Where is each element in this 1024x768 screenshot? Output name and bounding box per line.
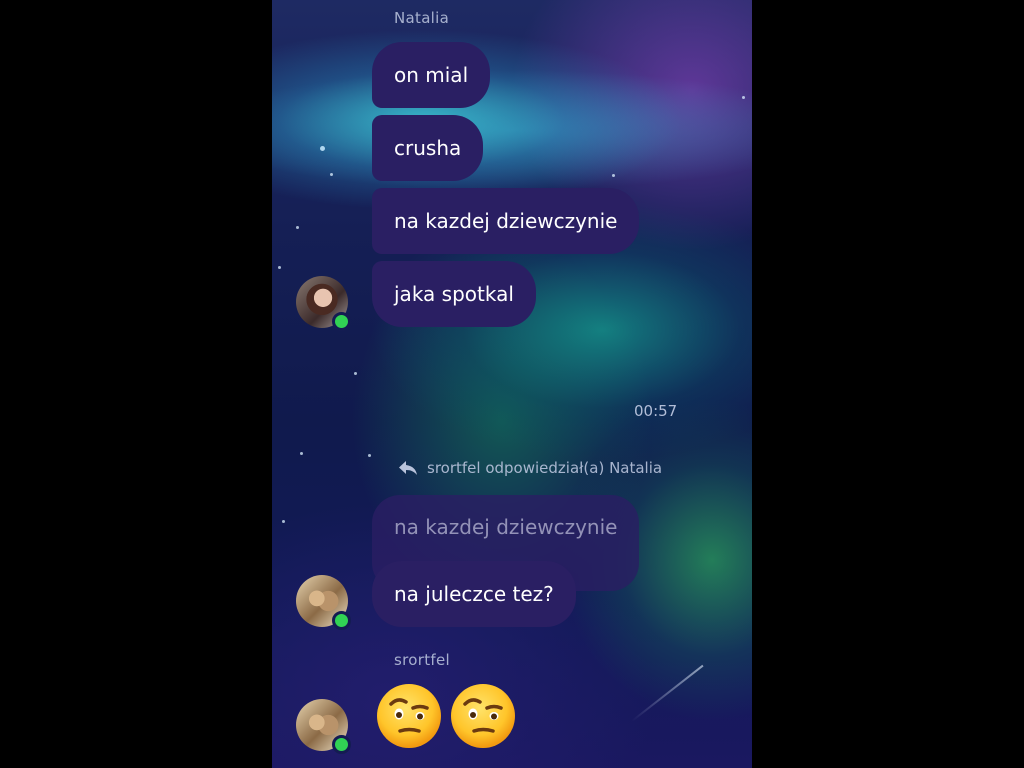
star-decoration	[368, 454, 371, 457]
reply-info-text: srortfel odpowiedział(a) Natalia	[427, 459, 663, 477]
reply-message-bubble[interactable]: na juleczce tez?	[372, 561, 576, 627]
star-decoration	[282, 520, 285, 523]
face-with-raised-eyebrow-icon[interactable]	[450, 683, 516, 749]
message-bubble[interactable]: na kazdej dziewczynie	[372, 188, 640, 254]
online-status-icon	[332, 312, 351, 331]
sender-name: Natalia	[394, 9, 450, 27]
message-timestamp: 00:57	[634, 402, 678, 420]
message-bubble[interactable]: jaka spotkal	[372, 261, 536, 327]
star-decoration	[742, 96, 745, 99]
star-decoration	[278, 266, 281, 269]
sender-name: srortfel	[394, 651, 450, 669]
star-decoration	[330, 173, 333, 176]
face-with-raised-eyebrow-icon[interactable]	[376, 683, 442, 749]
chat-view[interactable]: Natalia	[272, 0, 752, 768]
avatar[interactable]	[296, 699, 351, 754]
reply-arrow-icon	[399, 461, 417, 475]
screen-background: Natalia on mial crusha na kazdej dziewcz…	[0, 0, 1024, 768]
avatar[interactable]	[296, 575, 351, 630]
star-decoration	[300, 452, 303, 455]
avatar[interactable]	[296, 276, 351, 331]
star-decoration	[320, 146, 325, 151]
message-bubble[interactable]: on mial	[372, 42, 491, 108]
shooting-star-decoration	[631, 664, 704, 722]
star-decoration	[612, 174, 615, 177]
reply-info: srortfel odpowiedział(a) Natalia	[398, 459, 662, 477]
message-bubble[interactable]: crusha	[372, 115, 484, 181]
online-status-icon	[332, 611, 351, 630]
star-decoration	[354, 372, 357, 375]
star-decoration	[296, 226, 299, 229]
online-status-icon	[332, 735, 351, 754]
